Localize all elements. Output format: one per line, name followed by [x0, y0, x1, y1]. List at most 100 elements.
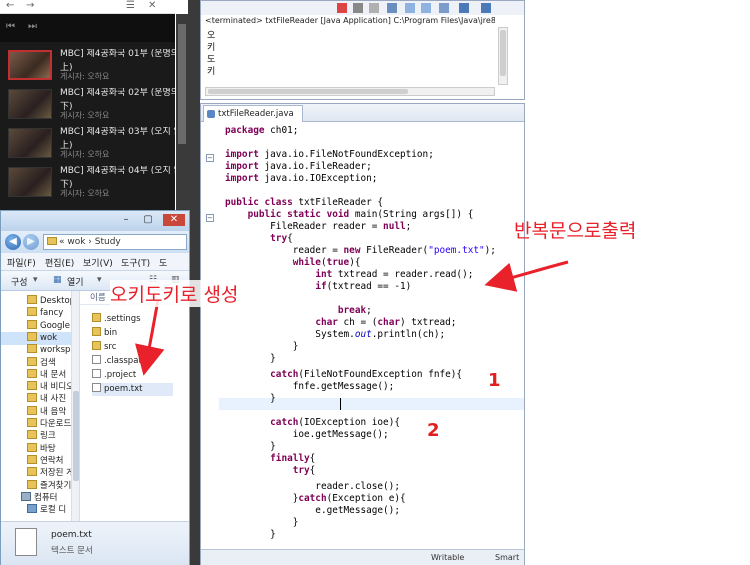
menu-file[interactable]: 파일(F) [7, 256, 36, 269]
close-icon[interactable]: ✕ [148, 0, 156, 12]
terminate-icon[interactable] [337, 3, 347, 13]
menu-edit[interactable]: 편집(E) [45, 256, 74, 269]
file-row[interactable]: .settings [92, 313, 141, 326]
nav-item[interactable]: 즐겨찾기 [1, 479, 71, 493]
code-line[interactable]: } [225, 353, 276, 365]
open-icon[interactable]: ▦ [53, 275, 62, 285]
remove-launch-icon[interactable] [353, 3, 363, 13]
code-line[interactable]: import java.io.IOException; [225, 173, 377, 185]
forward-arrow-icon[interactable]: ▶ [23, 234, 39, 250]
minimize-icon[interactable]: – [119, 214, 133, 226]
open-button[interactable]: 열기 [67, 275, 84, 288]
code-line[interactable]: if(txtread == -1) [225, 281, 411, 293]
next-icon[interactable]: ⏭ [28, 21, 37, 32]
code-line[interactable]: public static void main(String args[]) { [225, 209, 474, 221]
nav-item[interactable]: workspa [1, 344, 71, 357]
code-line[interactable]: FileReader reader = null; [225, 221, 411, 233]
code-line[interactable]: } [225, 529, 276, 541]
nav-scrollbar[interactable] [71, 291, 79, 521]
nav-item[interactable]: 연락처 [1, 454, 71, 468]
dropdown-arrow-icon[interactable]: ▾ [33, 275, 38, 285]
scrollbar-thumb[interactable] [73, 391, 79, 481]
open-console-icon[interactable] [481, 3, 491, 13]
nav-item[interactable]: fancy [1, 307, 71, 320]
code-line[interactable]: char ch = (char) txtread; [225, 317, 456, 329]
menu-help[interactable]: 도 [159, 256, 167, 269]
nav-item[interactable]: 검색 [1, 356, 71, 370]
code-line[interactable]: import java.io.FileReader; [225, 161, 372, 173]
close-icon[interactable]: ✕ [163, 214, 185, 226]
code-line[interactable]: finally{ [225, 453, 315, 465]
code-line[interactable]: reader = new FileReader("poem.txt"); [225, 245, 496, 257]
address-input[interactable]: « wok › Study [43, 234, 187, 250]
tab-txtfilereader[interactable]: txtFileReader.java [203, 105, 303, 122]
code-line[interactable]: import java.io.FileNotFoundException; [225, 149, 434, 161]
code-line[interactable]: public class txtFileReader { [225, 197, 383, 209]
code-line[interactable]: }catch(Exception e){ [225, 493, 406, 505]
code-line[interactable]: break; [225, 305, 372, 317]
maximize-icon[interactable]: ▢ [141, 214, 155, 226]
nav-item[interactable]: 저장된 게 [1, 467, 71, 480]
code-line[interactable]: } [225, 393, 276, 405]
code-line[interactable]: System.out.println(ch); [225, 329, 445, 341]
nav-item[interactable]: 내 비디오 [1, 381, 71, 394]
code-line[interactable]: ioe.getMessage(); [225, 429, 389, 441]
code-line[interactable]: reader.close(); [225, 481, 400, 493]
nav-item[interactable]: Google 2 [1, 319, 71, 333]
nav-item[interactable]: 내 음악 [1, 405, 71, 419]
fold-icon[interactable]: − [206, 214, 214, 222]
file-row[interactable]: poem.txt [92, 383, 173, 396]
nav-item[interactable]: Desktop [1, 295, 71, 308]
scrollbar-thumb[interactable] [178, 24, 186, 144]
list-icon[interactable]: ☰ [126, 0, 135, 12]
code-line[interactable]: } [225, 441, 276, 453]
nav-item[interactable]: wok [1, 331, 71, 345]
scrollbar-thumb[interactable] [500, 30, 506, 76]
console-hscrollbar[interactable] [205, 87, 495, 96]
file-row[interactable]: .project [92, 369, 136, 382]
nav-item[interactable]: 컴퓨터 [1, 491, 71, 505]
code-line[interactable]: catch(FileNotFoundException fnfe){ [225, 369, 462, 381]
nav-item[interactable]: 바탕 [1, 442, 71, 456]
nav-item[interactable]: 다운로드 [1, 418, 71, 431]
dropdown-arrow-icon[interactable]: ▾ [97, 275, 102, 285]
nav-item[interactable]: 로컬 디 [1, 504, 71, 517]
display-console-icon[interactable] [459, 3, 469, 13]
code-line[interactable]: int txtread = reader.read(); [225, 269, 473, 281]
code-line[interactable]: } [225, 341, 299, 353]
file-row[interactable]: bin [92, 327, 117, 340]
code-line[interactable]: e.getMessage(); [225, 505, 400, 517]
fold-icon[interactable]: − [206, 154, 214, 162]
playlist-item[interactable]: MBC] 제4공화국 01부 (운명의 上) 게시자: 오하요 [0, 46, 175, 84]
nav-item[interactable]: 링크 [1, 430, 71, 443]
nav-item[interactable]: 내 사진 [1, 393, 71, 406]
nav-item[interactable]: 내 문서 [1, 368, 71, 382]
scrollbar-thumb[interactable] [208, 89, 408, 94]
playlist-item[interactable]: MBC] 제4공화국 04부 (오지 않 下) 게시자: 오하요 [0, 163, 175, 201]
clear-console-icon[interactable] [387, 3, 397, 13]
code-line[interactable]: try{ [225, 465, 316, 477]
scroll-lock-icon[interactable] [405, 3, 415, 13]
pin-console-icon[interactable] [439, 3, 449, 13]
organize-button[interactable]: 구성 [11, 275, 28, 288]
back-arrow-icon[interactable]: ◀ [5, 234, 21, 250]
code-line[interactable]: } [225, 517, 299, 529]
console-scrollbar[interactable] [498, 27, 508, 85]
menu-tools[interactable]: 도구(T) [121, 256, 150, 269]
right-arrow-icon[interactable]: → [26, 0, 34, 12]
word-wrap-icon[interactable] [421, 3, 431, 13]
previous-icon[interactable]: ⏮ [6, 21, 15, 32]
remove-all-icon[interactable] [369, 3, 379, 13]
playlist-scrollbar[interactable] [176, 14, 188, 214]
code-line[interactable]: package ch01; [225, 125, 298, 137]
menu-view[interactable]: 보기(V) [83, 256, 113, 269]
code-line[interactable]: try{ [225, 233, 293, 245]
left-arrow-icon[interactable]: ← [6, 0, 14, 12]
file-row[interactable]: src [92, 341, 116, 354]
playlist-item[interactable]: MBC] 제4공화국 03부 (오지 않 上) 게시자: 오하요 [0, 124, 175, 162]
code-line[interactable]: fnfe.getMessage(); [225, 381, 395, 393]
code-line[interactable]: while(true){ [225, 257, 361, 269]
code-line[interactable]: catch(IOException ioe){ [225, 417, 400, 429]
file-row[interactable]: .classpath [92, 355, 147, 368]
playlist-item[interactable]: MBC] 제4공화국 02부 (운명의 下) 게시자: 오하요 [0, 85, 175, 123]
